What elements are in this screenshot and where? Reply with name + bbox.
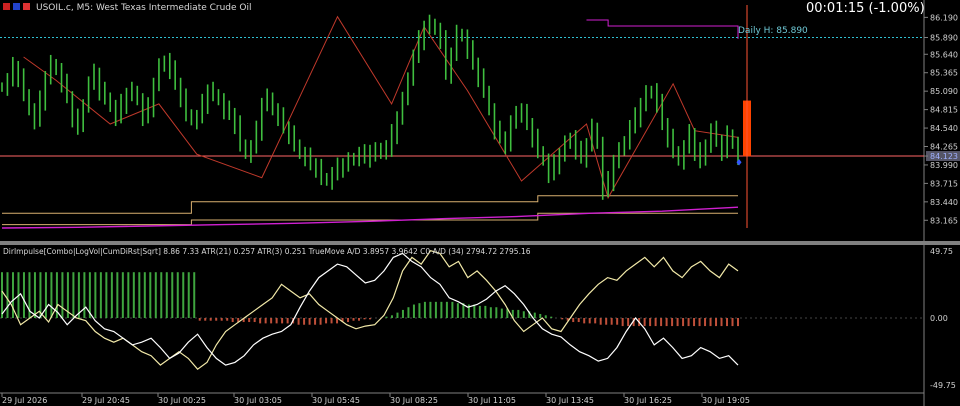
time-tick-label: 30 Jul 00:25: [158, 396, 206, 405]
price-tick-label: 84.265: [930, 143, 958, 152]
zigzag-line: [23, 15, 739, 200]
price-tick-label: 83.715: [930, 179, 958, 188]
symbol-title: USOIL.c, M5: West Texas Intermediate Cru…: [36, 3, 252, 13]
osc-tick-label: -49.75: [930, 381, 956, 390]
support-level-lower: [2, 212, 738, 226]
price-tick-label: 83.440: [930, 198, 958, 207]
price-tick-label: 83.990: [930, 161, 958, 170]
toolbar-icon: [23, 3, 30, 10]
ask-marker: ♦: [735, 159, 743, 169]
price-tick-label: 83.165: [930, 216, 958, 225]
trading-chart-window: ♦ 86.190 85.890 85.640 85.365 85.090 84.815 84…: [0, 0, 960, 406]
price-tick-label: 84.815: [930, 106, 958, 115]
time-tick-label: 30 Jul 11:05: [468, 396, 516, 405]
time-tick-label: 30 Jul 19:05: [702, 396, 750, 405]
osc-tick-label: 49.75: [930, 247, 953, 256]
price-tick-label: 84.540: [930, 124, 958, 133]
price-tick-label: 85.890: [930, 34, 958, 43]
price-chart[interactable]: ♦ 86.190 85.890 85.640 85.365 85.090 84.815 84…: [0, 0, 960, 406]
toolbar-icon: [13, 3, 20, 10]
price-tick-label: 85.640: [930, 50, 958, 59]
daily-high-label: Daily H: 85.890: [738, 26, 808, 36]
time-tick-label: 30 Jul 13:45: [546, 396, 594, 405]
bar-countdown: 00:01:15 (-1.00%): [806, 1, 925, 16]
time-tick-label: 29 Jul 2026: [2, 396, 47, 405]
osc-tick-label: 0.00: [930, 314, 948, 323]
upper-level-step: [586, 19, 739, 39]
time-tick-label: 29 Jul 20:45: [82, 396, 130, 405]
price-tick-label: 84.123: [930, 152, 958, 161]
price-tick-label: 85.090: [930, 87, 958, 96]
time-tick-label: 30 Jul 16:25: [624, 396, 672, 405]
time-tick-label: 30 Jul 03:05: [234, 396, 282, 405]
price-tick-label: 86.190: [930, 13, 958, 22]
price-tick-label: 85.365: [930, 69, 958, 78]
toolbar-icon: [3, 3, 10, 10]
time-tick-label: 30 Jul 05:45: [312, 396, 360, 405]
indicator-label: DirImpulse[Combo|LogVol|CumDiRst|Sqrt] 8…: [3, 247, 531, 256]
time-tick-label: 30 Jul 08:25: [390, 396, 438, 405]
support-level-upper: [2, 195, 738, 214]
